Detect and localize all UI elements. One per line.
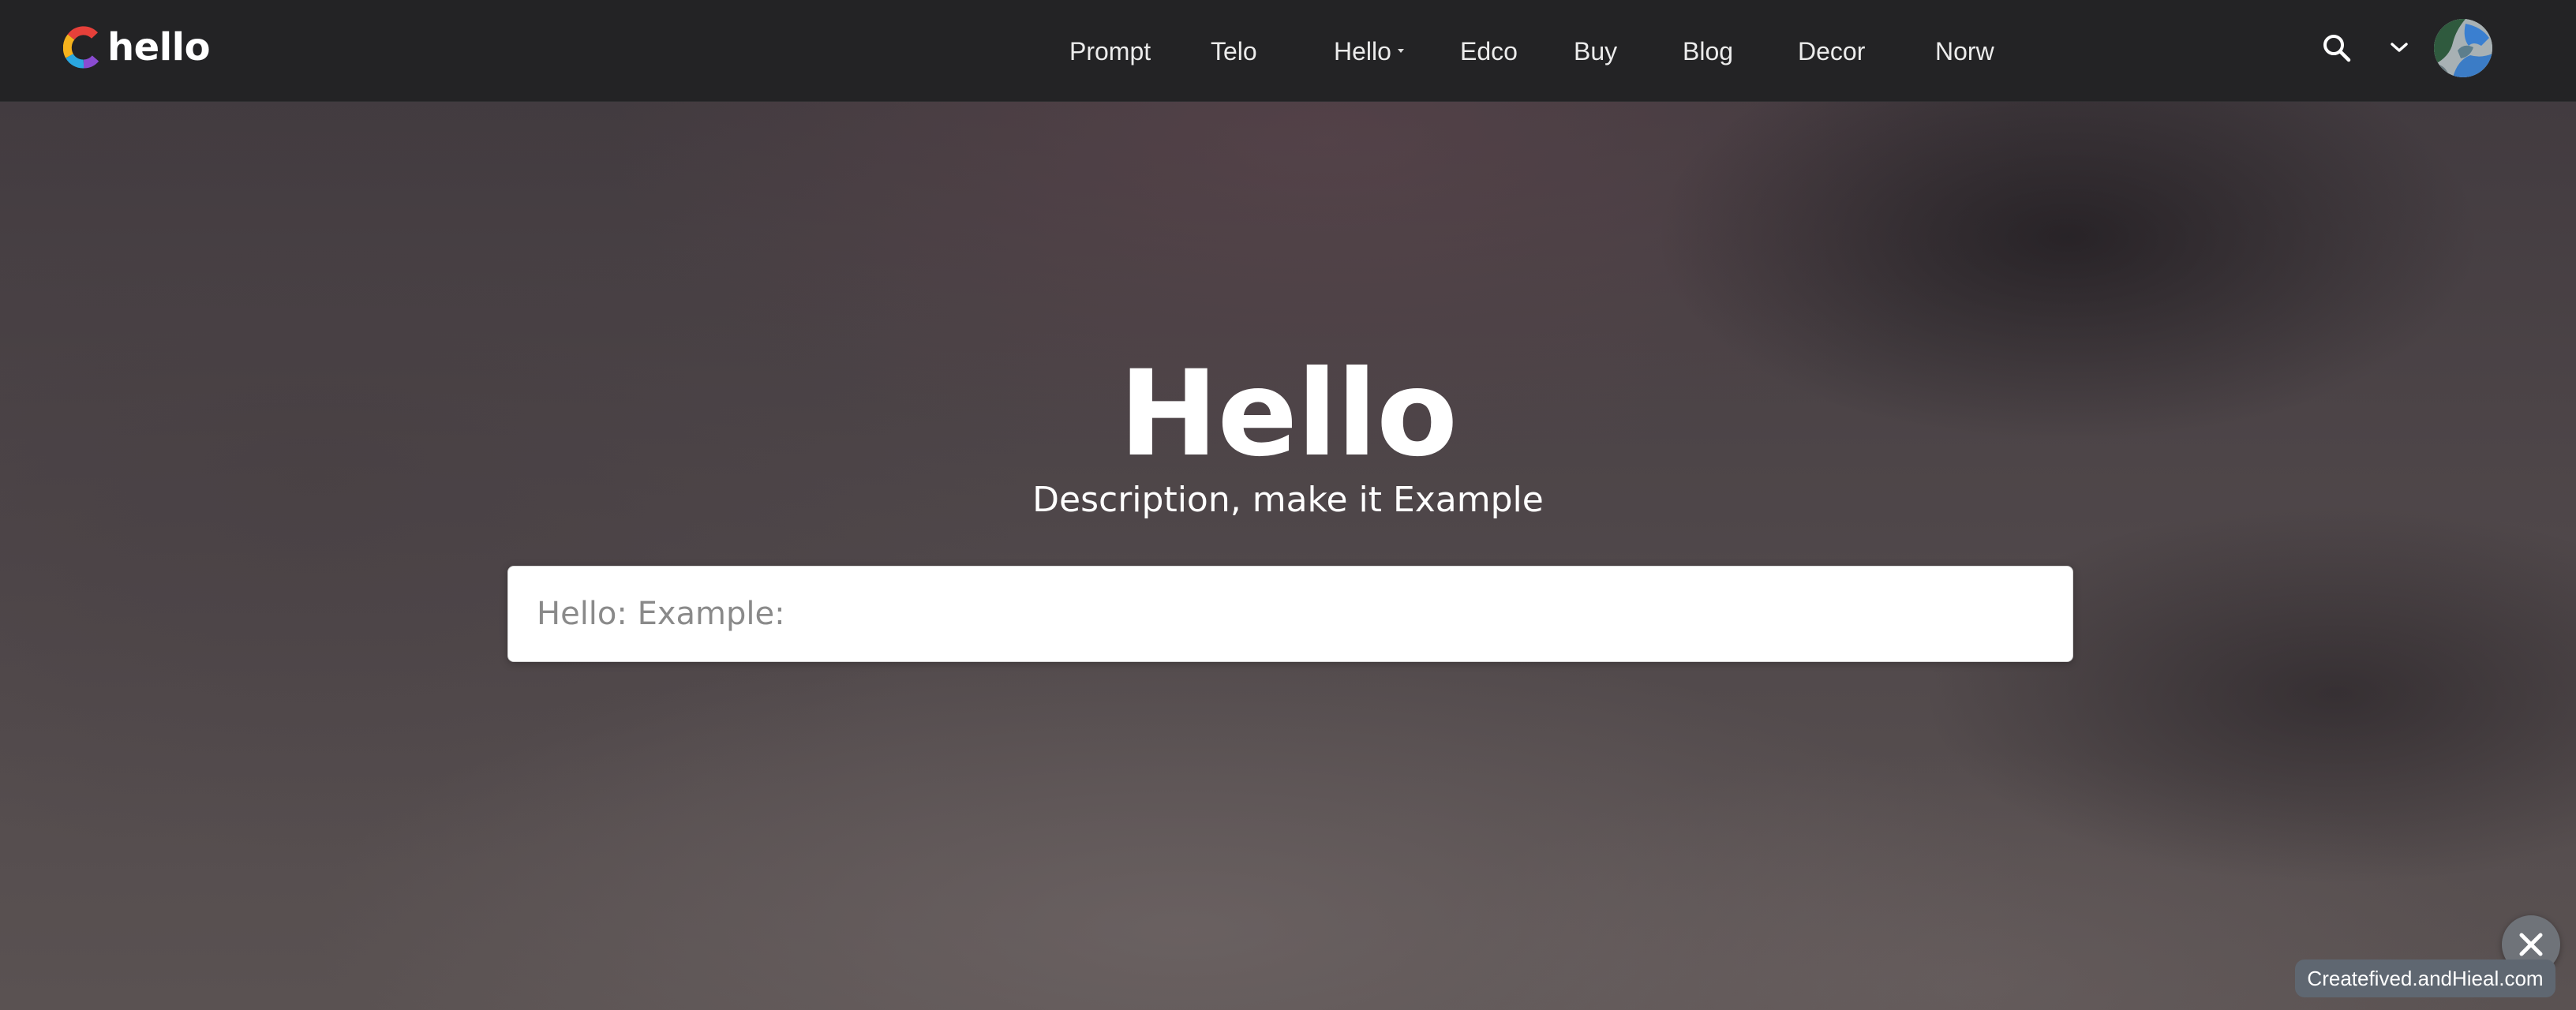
site-link-badge[interactable]: Createfived.andHieal.com [2295, 960, 2555, 997]
avatar-image-icon [2434, 19, 2492, 77]
nav-item-hello-label: Hello [1334, 37, 1391, 65]
nav-item-hello[interactable]: Hello [1334, 30, 1404, 73]
chevron-down-icon[interactable] [2388, 38, 2410, 57]
top-navbar: hello Prompt Telo Hello Edco Buy Blog De… [0, 0, 2576, 102]
nav-item-buy[interactable]: Buy [1574, 30, 1617, 73]
prompt-search-input[interactable] [508, 567, 2072, 661]
caret-down-icon [1397, 49, 1404, 54]
search-icon[interactable] [2320, 32, 2353, 65]
nav-item-telo[interactable]: Telo [1211, 30, 1257, 73]
c-logo-icon [63, 26, 99, 69]
nav-item-norw[interactable]: Norw [1935, 30, 1994, 73]
hero-title: Hello [1118, 346, 1458, 483]
nav-item-prompt[interactable]: Prompt [1069, 30, 1151, 73]
brand-name: hello [107, 25, 211, 69]
brand-logo[interactable]: hello [63, 24, 211, 71]
hero-subtitle: Description, make it Example [1032, 480, 1544, 520]
prompt-search-box [507, 566, 2073, 662]
nav-item-decor[interactable]: Decor [1798, 30, 1865, 73]
user-avatar[interactable] [2434, 19, 2492, 77]
nav-item-blog[interactable]: Blog [1683, 30, 1733, 73]
nav-item-edco[interactable]: Edco [1460, 30, 1518, 73]
